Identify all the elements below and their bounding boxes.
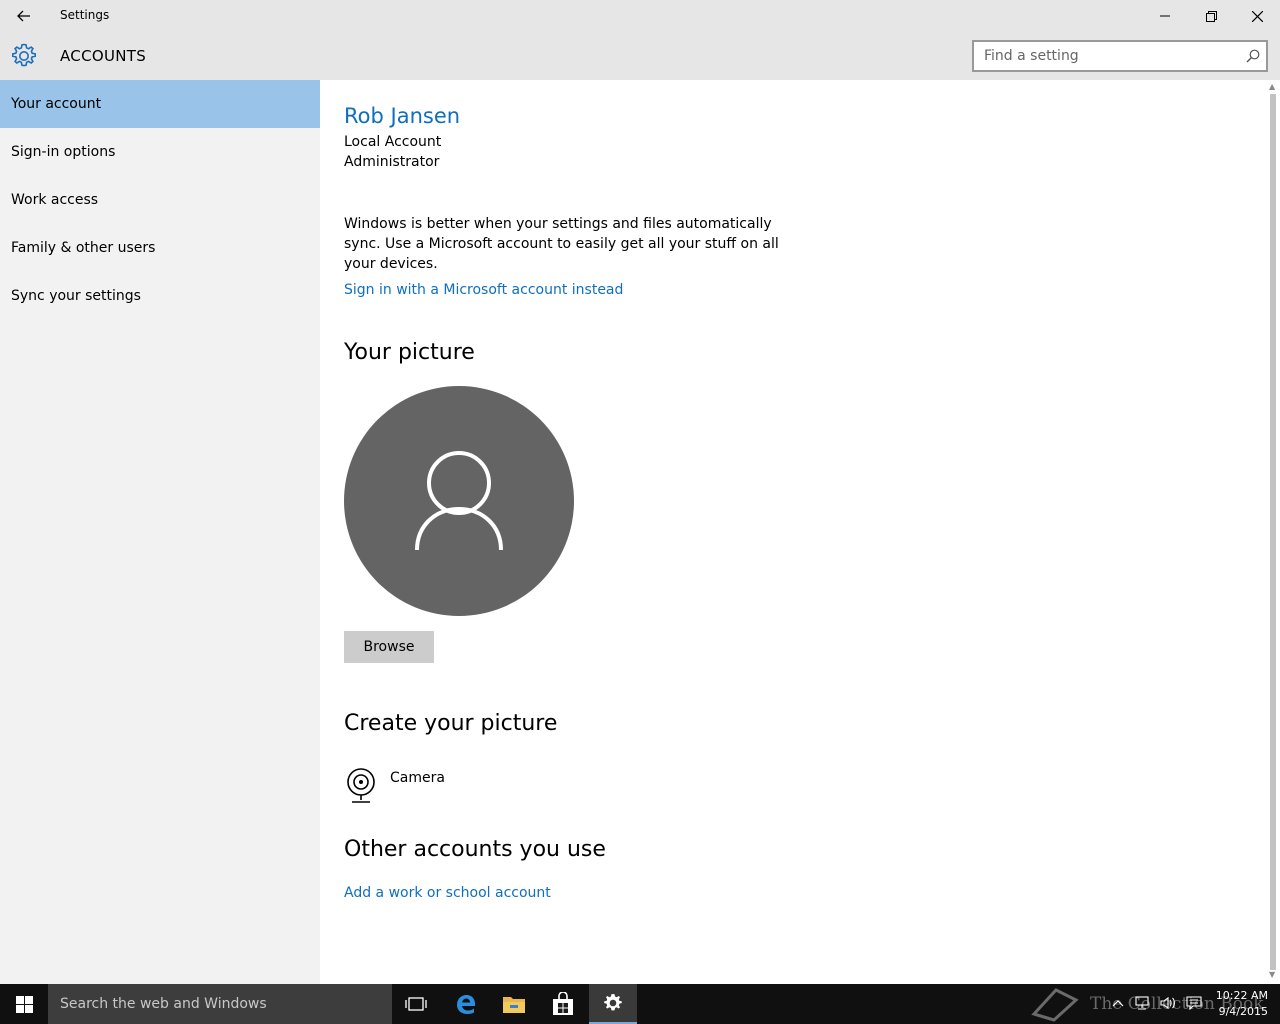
add-work-school-account-link[interactable]: Add a work or school account [344, 885, 551, 901]
task-view-icon [405, 997, 427, 1011]
sidebar-item-label: Sync your settings [11, 288, 141, 304]
search-icon[interactable] [1246, 49, 1260, 63]
sidebar-item-work-access[interactable]: Work access [0, 176, 320, 224]
system-tray [1112, 996, 1202, 1010]
create-picture-heading: Create your picture [344, 711, 558, 736]
scroll-down-icon[interactable]: ▼ [1269, 970, 1275, 979]
settings-search-input[interactable] [974, 42, 1234, 70]
close-icon [1251, 10, 1263, 22]
sidebar-item-label: Work access [11, 192, 99, 208]
network-icon[interactable] [1134, 996, 1150, 1010]
action-center-icon[interactable] [1186, 996, 1202, 1010]
task-view-button[interactable] [392, 984, 440, 1024]
user-name: Rob Jansen [344, 104, 461, 128]
restore-icon [1205, 10, 1217, 22]
store-bag-icon [553, 992, 573, 1015]
close-button[interactable] [1234, 0, 1280, 32]
taskbar-search-placeholder: Search the web and Windows [60, 996, 267, 1012]
sidebar-item-sign-in-options[interactable]: Sign-in options [0, 128, 320, 176]
back-button[interactable] [0, 0, 48, 32]
your-picture-heading: Your picture [344, 340, 475, 365]
sidebar: Your account Sign-in options Work access… [0, 80, 320, 984]
window-title: Settings [60, 8, 110, 22]
edge-icon [457, 995, 475, 1014]
avatar [344, 386, 574, 616]
settings-search-box[interactable] [972, 40, 1268, 72]
sidebar-item-label: Family & other users [11, 240, 156, 256]
section-title: ACCOUNTS [60, 47, 147, 65]
account-type: Local Account [344, 134, 442, 150]
book-icon [1031, 988, 1079, 1022]
user-silhouette-icon [415, 451, 503, 551]
restore-button[interactable] [1188, 0, 1234, 32]
camera-label: Camera [390, 770, 445, 786]
sidebar-item-family-other-users[interactable]: Family & other users [0, 224, 320, 272]
clock-date: 9/4/2015 [1218, 1005, 1268, 1018]
microsoft-signin-link[interactable]: Sign in with a Microsoft account instead [344, 282, 623, 298]
file-explorer-taskbar-button[interactable] [490, 984, 538, 1024]
taskbar-search-box[interactable]: Search the web and Windows [48, 984, 392, 1024]
minimize-icon [1160, 15, 1170, 17]
sync-message: Windows is better when your settings and… [344, 216, 779, 272]
volume-icon[interactable] [1160, 996, 1176, 1010]
sidebar-item-label: Sign-in options [11, 144, 116, 160]
minimize-button[interactable] [1142, 0, 1188, 32]
camera-option[interactable]: Camera [344, 768, 484, 806]
sidebar-item-your-account[interactable]: Your account [0, 80, 320, 128]
back-arrow-icon [17, 10, 30, 22]
store-taskbar-button[interactable] [539, 984, 587, 1024]
scroll-up-icon[interactable]: ▲ [1269, 82, 1275, 91]
webcam-icon [347, 768, 375, 803]
settings-taskbar-button[interactable] [589, 984, 637, 1024]
clock-time: 10:22 AM [1215, 989, 1268, 1002]
account-role: Administrator [344, 154, 440, 170]
browse-button[interactable]: Browse [344, 631, 434, 663]
sidebar-item-sync-settings[interactable]: Sync your settings [0, 272, 320, 320]
chevron-up-icon[interactable] [1112, 996, 1124, 1010]
other-accounts-heading: Other accounts you use [344, 837, 606, 862]
scrollbar[interactable]: ▲ ▼ [1266, 80, 1280, 984]
title-bar: Settings [0, 0, 1280, 32]
start-button[interactable] [0, 984, 48, 1024]
settings-header: ACCOUNTS [0, 32, 1280, 80]
windows-logo-icon [15, 995, 33, 1013]
sidebar-item-label: Your account [11, 96, 102, 112]
gear-icon [12, 43, 36, 67]
taskbar-clock[interactable]: 10:22 AM 9/4/2015 [1212, 988, 1268, 1020]
edge-taskbar-button[interactable] [442, 984, 490, 1024]
taskbar: Search the web and Windows The Collectio… [0, 984, 1280, 1024]
main-content: Rob Jansen Local Account Administrator W… [320, 80, 1266, 984]
scroll-thumb[interactable] [1270, 94, 1276, 970]
folder-icon [503, 997, 525, 1013]
gear-icon [604, 993, 622, 1011]
